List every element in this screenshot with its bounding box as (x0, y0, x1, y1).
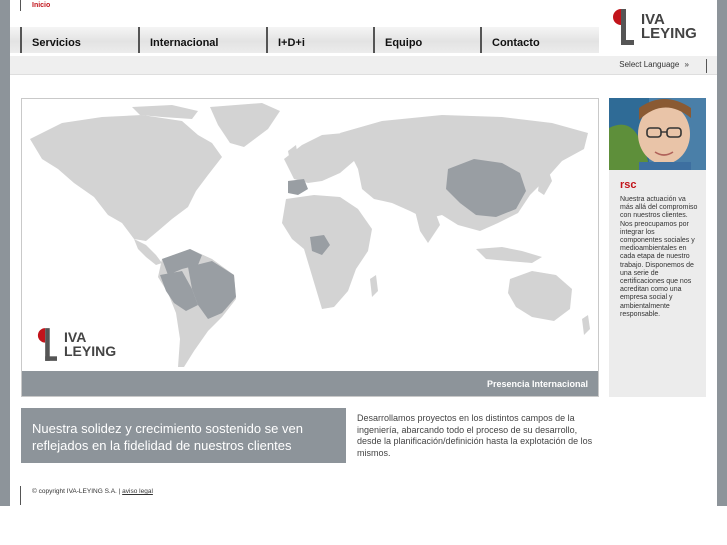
map-land-madagascar (370, 275, 378, 297)
company-description: Desarrollamos proyectos en los distintos… (357, 413, 593, 458)
chevron-right-icon: » (684, 60, 689, 69)
map-caption[interactable]: Presencia Internacional (22, 371, 598, 396)
nav-item-servicios[interactable]: Servicios (20, 27, 81, 53)
map-logo: IVA LEYING (37, 328, 116, 361)
map-land-central-america (134, 239, 162, 265)
nav-item-equipo[interactable]: Equipo (373, 27, 422, 53)
logo-mark-icon (613, 9, 634, 45)
logo-line-2: LEYING (64, 342, 117, 359)
nav-item-idi[interactable]: I+D+i (266, 27, 305, 53)
map-land-africa (282, 195, 372, 309)
nav-item-contacto[interactable]: Contacto (480, 27, 540, 53)
rsc-title[interactable]: rsc (620, 179, 637, 191)
logo-text: IVA LEYING (641, 12, 697, 42)
main-nav: Servicios Internacional I+D+i Equipo Con… (10, 27, 599, 53)
breadcrumb: Inicio (20, 0, 50, 11)
nav-item-internacional[interactable]: Internacional (138, 27, 218, 53)
rsc-sidebar: rsc Nuestra actuación va más allá del co… (609, 98, 706, 397)
map-land-greenland (210, 103, 280, 147)
language-divider (706, 59, 707, 73)
tagline-box: Nuestra solidez y crecimiento sostenido … (21, 408, 346, 463)
left-border (0, 0, 10, 506)
map-land-indonesia (476, 247, 542, 263)
map-land-new-zealand (582, 315, 590, 335)
page: Inicio Servicios Internacional I+D+i Equ… (0, 0, 727, 545)
language-bar: Select Language » (10, 56, 717, 75)
footer: © copyright IVA-LEYING S.A. | aviso lega… (20, 486, 153, 505)
logo-line-2: LEYING (641, 25, 697, 42)
world-map-panel: IVA LEYING Presencia Internacional (21, 98, 599, 397)
map-land-north-america (30, 115, 222, 241)
select-language-label: Select Language (619, 60, 680, 69)
rsc-photo (609, 98, 706, 170)
header-logo[interactable]: IVA LEYING (612, 9, 697, 45)
copyright-text: © copyright IVA-LEYING S.A. | (32, 488, 123, 495)
rsc-text: Nuestra actuación va más allá del compro… (620, 196, 698, 318)
child-with-glasses-photo[interactable] (609, 98, 706, 170)
breadcrumb-home-link[interactable]: Inicio (32, 2, 50, 9)
select-language[interactable]: Select Language » (619, 60, 689, 69)
logo-mark-icon (37, 328, 57, 361)
legal-notice-link[interactable]: aviso legal (122, 488, 153, 495)
right-border (717, 0, 727, 506)
logo-text: IVA LEYING (64, 330, 117, 359)
map-land-australia (508, 271, 572, 321)
